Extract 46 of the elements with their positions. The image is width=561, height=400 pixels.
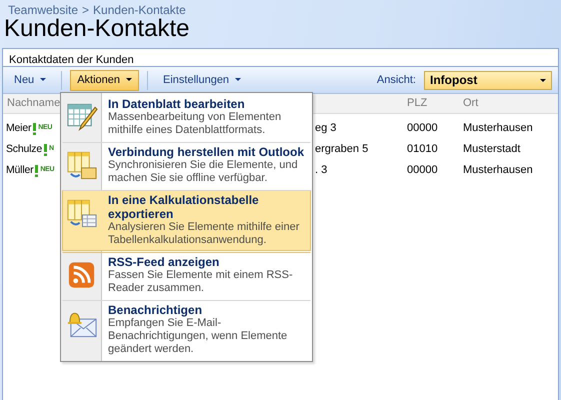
toolbar-menu-button[interactable]: Aktionen xyxy=(70,70,139,90)
new-item-icon xyxy=(42,144,48,156)
toolbar-menu-button[interactable]: Neu xyxy=(7,70,54,90)
menu-item[interactable]: Benachrichtigen Empfangen Sie E-Mail-Benachrichtigungen, wenn Elemente geändert werden. xyxy=(62,300,311,360)
menu-item-title: In Datenblatt bearbeiten xyxy=(108,97,246,111)
menu-item[interactable]: RSS-Feed anzeigen Fassen Sie Elemente mit einem RSS-Reader zusammen. xyxy=(62,252,311,299)
menu-item-title: Verbindung herstellen mit Outlook xyxy=(108,145,306,159)
breadcrumb-separator: > xyxy=(82,2,90,16)
menu-item-title: In eine Kalkulationstabelle exportieren xyxy=(108,193,260,221)
table-export-icon xyxy=(66,197,98,229)
new-item-icon xyxy=(32,122,38,134)
menu-item-title: Benachrichtigen xyxy=(108,303,204,317)
menu-item-description: Empfangen Sie E-Mail-Benachrichtigungen, wenn Elemente geändert werden. xyxy=(108,317,288,356)
menu-item[interactable]: Verbindung herstellen mit Outlook Synchronisieren Sie die Elemente, und machen Sie sie offline verfügbar. xyxy=(62,142,311,189)
menu-item-description: Fassen Sie Elemente mit einem RSS-Reader zusammen. xyxy=(108,269,294,295)
table-cell-text: eg 3 xyxy=(314,121,338,136)
contact-name-link[interactable]: Meier xyxy=(6,120,32,136)
menu-item-description: Synchronisieren Sie die Elemente, und machen Sie sie offline verfügbar. xyxy=(108,159,299,185)
spreadsheet-pencil-icon xyxy=(66,101,98,133)
menu-item[interactable]: In Datenblatt bearbeiten Massenbearbeitung von Elementen mithilfe eines Datenblattformats. xyxy=(62,94,311,141)
column-header[interactable]: Nachname xyxy=(3,95,63,112)
column-header[interactable]: Ort xyxy=(459,95,558,112)
table-cell-text: ergraben 5 xyxy=(314,142,370,158)
view-label: Ansicht: xyxy=(376,72,416,88)
menu-item-description: Analysieren Sie Elemente mithilfe einer Tabellenkalkulationsanwendung. xyxy=(108,221,300,247)
table-cell-text: 00000 xyxy=(406,121,439,136)
contact-name-link[interactable]: Schulze xyxy=(6,142,42,158)
menu-item[interactable]: In eine Kalkulationstabelle exportieren Analysieren Sie Elemente mithilfe einer Tabellenkalkulationsanwendung. xyxy=(62,190,311,251)
table-cell-text: 00000 xyxy=(406,163,439,178)
new-item-icon xyxy=(34,164,40,176)
breadcrumb-link[interactable]: Teamwebsite xyxy=(8,1,78,16)
table-cell-text: 01010 xyxy=(406,142,439,158)
menu-item-description: Massenbearbeitung von Elementen mithilfe eines Datenblattformats. xyxy=(108,111,282,137)
page-title: Kunden-Kontakte xyxy=(3,16,190,44)
table-cell-text: Musterhausen xyxy=(462,163,534,178)
table-cell-text: . 3 xyxy=(314,163,328,178)
table-cell-text: Musterhausen xyxy=(462,121,534,136)
view-dropdown[interactable]: Infopost xyxy=(424,70,552,90)
list-description: Kontaktdaten der Kunden xyxy=(9,54,134,66)
column-header[interactable]: PLZ xyxy=(403,95,459,112)
toolbar-menu-button[interactable]: Einstellungen xyxy=(156,70,248,90)
breadcrumb-link[interactable]: Kunden-Kontakte xyxy=(93,1,186,16)
table-folder-icon xyxy=(66,149,98,181)
menu-item-title: RSS-Feed anzeigen xyxy=(108,255,220,269)
contact-name-link[interactable]: Müller xyxy=(6,162,34,178)
table-cell-text: Musterstadt xyxy=(462,142,522,158)
